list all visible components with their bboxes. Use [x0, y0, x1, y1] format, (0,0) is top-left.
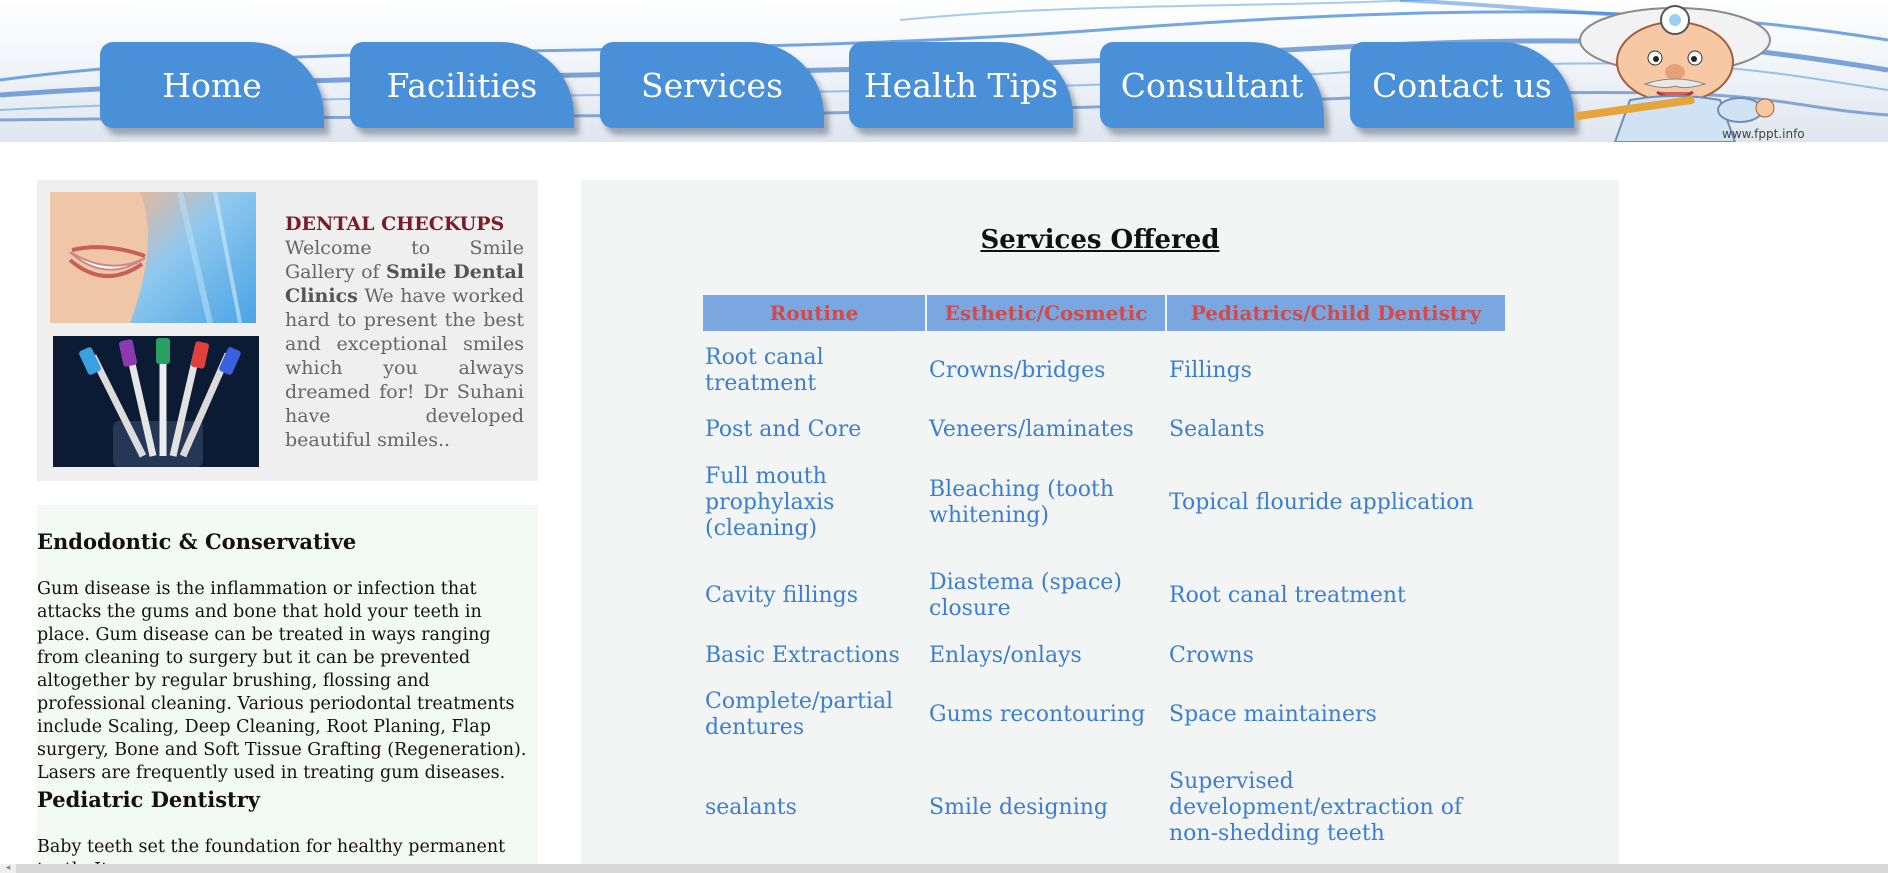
table-cell: Full mouth prophylaxis (cleaning): [705, 464, 835, 541]
toothbrush-photo: [53, 336, 259, 467]
article-title: Pediatric Dentistry: [37, 787, 261, 812]
horizontal-scrollbar[interactable]: [0, 864, 1888, 873]
dentist-mascot-illustration: [1575, 5, 1775, 142]
nav-consultant-label: Consultant: [1120, 65, 1304, 105]
nav-health-tips[interactable]: Health Tips: [849, 42, 1073, 128]
table-cell: Root canal treatment: [1169, 583, 1406, 608]
nav-facilities-label: Facilities: [386, 65, 538, 105]
column-header: Esthetic/Cosmetic: [927, 295, 1165, 331]
nav-contact-us-label: Contact us: [1372, 65, 1552, 105]
table-cell: Bleaching (tooth whitening): [929, 477, 1115, 528]
nav-home-label: Home: [162, 65, 262, 105]
intro-box: DENTAL CHECKUPS Welcome to Smile Gallery…: [37, 180, 538, 481]
services-panel: Services Offered Routine Esthetic/Cosmet…: [581, 180, 1619, 873]
table-cell: Fillings: [1169, 358, 1252, 383]
table-cell: Complete/partial dentures: [705, 688, 894, 740]
table-cell: Crowns: [1169, 643, 1254, 668]
table-row: sealants Smile designing Supervised deve…: [703, 754, 1505, 862]
table-header-row: Routine Esthetic/Cosmetic Pediatrics/Chi…: [703, 295, 1505, 331]
table-row: Post and Core Veneers/laminates Sealants: [703, 411, 1505, 449]
column-header: Routine: [703, 295, 925, 331]
table-cell: Topical flouride application: [1169, 490, 1474, 515]
table-row: Basic Extractions Enlays/onlays Crowns: [703, 637, 1505, 675]
table-cell: Crowns/bridges: [929, 358, 1106, 383]
nav-services-label: Services: [640, 65, 784, 105]
nav-health-tips-label: Health Tips: [863, 65, 1059, 105]
articles-box: Endodontic & Conservative Gum disease is…: [37, 505, 538, 873]
nav-home[interactable]: Home: [100, 42, 324, 128]
table-row: Complete/partial dentures Gums recontour…: [703, 677, 1505, 752]
table-cell: Sealants: [1169, 417, 1265, 442]
table-cell: Diastema (space) closure: [929, 570, 1122, 621]
table-cell: Basic Extractions: [705, 643, 900, 668]
nav-services[interactable]: Services: [600, 42, 824, 128]
nav-consultant[interactable]: Consultant: [1100, 42, 1324, 128]
table-cell: Smile designing: [929, 795, 1108, 820]
table-cell: Enlays/onlays: [929, 643, 1082, 668]
table-row: Cavity fillings Diastema (space) closure…: [703, 557, 1505, 635]
table-cell: Post and Core: [705, 417, 862, 442]
smile-image: [50, 192, 242, 323]
intro-text: DENTAL CHECKUPS Welcome to Smile Gallery…: [285, 212, 524, 452]
article-body: Gum disease is the inflammation or infec…: [37, 579, 527, 783]
table-cell: Space maintainers: [1169, 701, 1377, 727]
intro-heading: DENTAL CHECKUPS: [285, 213, 505, 235]
services-title: Services Offered: [980, 225, 1220, 255]
table-cell: Cavity fillings: [705, 583, 859, 608]
table-row: Root canal treatment Crowns/bridges Fill…: [703, 333, 1505, 409]
banner-credit: www.fppt.info: [1722, 127, 1805, 141]
table-cell: sealants: [705, 795, 797, 820]
table-cell: Root canal treatment: [705, 345, 824, 396]
table-cell: Supervised development/extraction of non…: [1169, 769, 1463, 846]
column-header: Pediatrics/Child Dentistry: [1167, 295, 1505, 331]
article-title: Endodontic & Conservative: [37, 529, 357, 554]
services-table: Routine Esthetic/Cosmetic Pediatrics/Chi…: [701, 293, 1507, 864]
smile-photo: [50, 192, 256, 323]
scroll-left-arrow-icon[interactable]: ◂: [0, 864, 16, 873]
header-banner: Home Facilities Services Health Tips Con…: [0, 0, 1888, 142]
table-cell: Gums recontouring: [929, 701, 1146, 727]
intro-text-after: We have worked hard to present the best …: [285, 285, 524, 451]
table-row: Full mouth prophylaxis (cleaning) Bleach…: [703, 451, 1505, 555]
table-cell: Veneers/laminates: [929, 417, 1134, 442]
nav-facilities[interactable]: Facilities: [350, 42, 574, 128]
toothbrush-image: [79, 338, 241, 467]
